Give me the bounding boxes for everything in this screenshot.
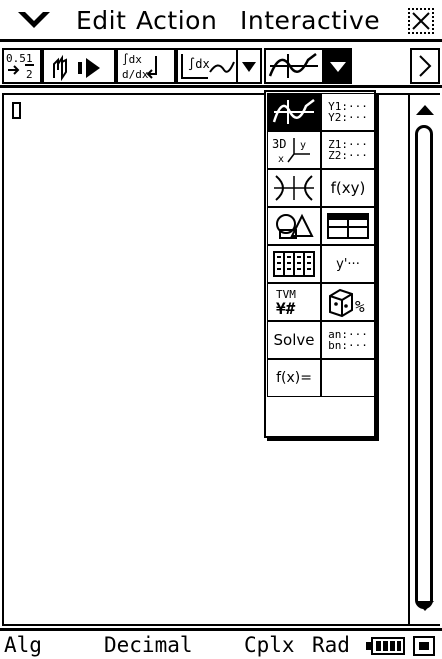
function-cell[interactable]: f(x)= bbox=[267, 359, 321, 397]
menu-interactive[interactable]: Interactive bbox=[240, 6, 380, 36]
menu-action[interactable]: Action bbox=[136, 6, 217, 36]
status-mode-cplx[interactable]: Cplx bbox=[244, 631, 295, 659]
toolbar: 0.5 1 2 ∫dx d/dx ∫dx bbox=[0, 45, 442, 88]
f-xy-cell[interactable]: f(xy) bbox=[321, 169, 375, 207]
dropdown-arrow-icon[interactable] bbox=[324, 48, 352, 84]
scrollbar-thumb[interactable] bbox=[415, 125, 433, 609]
financial-icon[interactable]: TVM ¥# bbox=[267, 283, 321, 321]
scroll-up-icon[interactable] bbox=[414, 101, 436, 119]
svg-text:3D: 3D bbox=[272, 137, 286, 151]
empty-cell bbox=[321, 359, 375, 397]
solve-cell[interactable]: Solve bbox=[267, 321, 321, 359]
geometry-icon[interactable] bbox=[267, 207, 321, 245]
svg-text:∫dx: ∫dx bbox=[188, 57, 210, 71]
graph-window-icon[interactable] bbox=[267, 93, 321, 131]
status-mode-decimal[interactable]: Decimal bbox=[104, 631, 193, 659]
svg-text:0.5: 0.5 bbox=[6, 52, 26, 65]
svg-text:y: y bbox=[300, 140, 306, 151]
graph-editor-palette: Y1:··· Y2:··· 3D y x Z1:··· Z2:··· f(xy) bbox=[264, 90, 376, 438]
sequence-cell[interactable]: an:··· bn:··· bbox=[321, 321, 375, 359]
stat-list-icon[interactable] bbox=[267, 245, 321, 283]
3d-graph-icon[interactable]: 3D y x bbox=[267, 131, 321, 169]
text-cursor bbox=[12, 102, 21, 119]
status-mode-alg[interactable]: Alg bbox=[4, 631, 42, 659]
close-icon[interactable] bbox=[408, 8, 434, 34]
svg-text:d/dx: d/dx bbox=[122, 68, 149, 81]
differential-equation-cell[interactable]: y'··· bbox=[321, 245, 375, 283]
svg-text:2: 2 bbox=[26, 68, 33, 81]
spreadsheet-icon[interactable] bbox=[321, 207, 375, 245]
scroll-right-icon[interactable] bbox=[410, 48, 440, 84]
status-bar: Alg Decimal Cplx Rad bbox=[0, 628, 442, 659]
derivative-icon[interactable]: ∫dx d/dx bbox=[116, 48, 176, 84]
keyboard-toggle-icon[interactable] bbox=[412, 635, 436, 657]
battery-icon bbox=[366, 637, 405, 655]
probability-icon[interactable]: % bbox=[321, 283, 375, 321]
fraction-decimal-toggle-icon[interactable]: 0.5 1 2 bbox=[2, 48, 42, 84]
svg-text:¥#: ¥# bbox=[276, 299, 296, 318]
integral-graph-icon[interactable]: ∫dx bbox=[176, 48, 238, 84]
svg-text:x: x bbox=[278, 154, 284, 165]
svg-text:∫dx: ∫dx bbox=[122, 53, 142, 66]
stylus-run-icon[interactable] bbox=[42, 48, 116, 84]
svg-text:1: 1 bbox=[26, 52, 33, 65]
graph-editor-cell[interactable]: Y1:··· Y2:··· bbox=[321, 93, 375, 131]
status-mode-rad[interactable]: Rad bbox=[312, 631, 350, 659]
menu-edit[interactable]: Edit bbox=[76, 6, 126, 36]
graph-editor-icon[interactable] bbox=[264, 48, 324, 84]
dropdown-arrow-icon[interactable] bbox=[238, 48, 262, 84]
menu-bar: Edit Action Interactive bbox=[0, 0, 442, 42]
3d-editor-cell[interactable]: Z1:··· Z2:··· bbox=[321, 131, 375, 169]
conics-icon[interactable] bbox=[267, 169, 321, 207]
chevron-down-icon[interactable] bbox=[16, 8, 52, 32]
svg-text:%: % bbox=[355, 297, 365, 316]
